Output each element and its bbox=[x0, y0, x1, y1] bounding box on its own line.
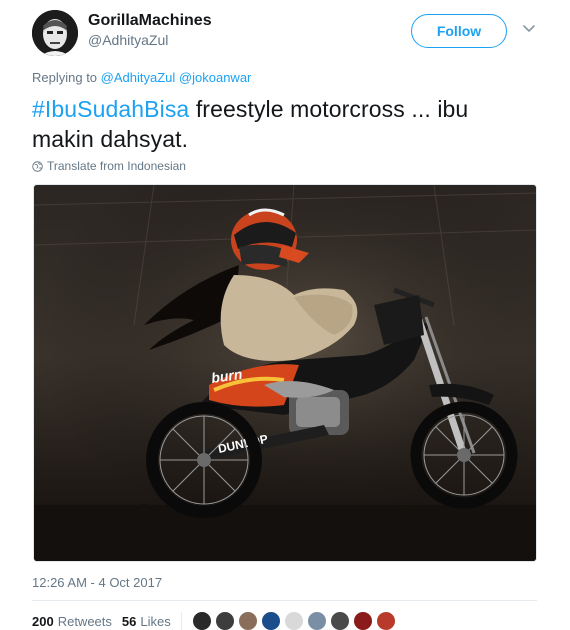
replying-prefix: Replying to bbox=[32, 70, 98, 85]
liker-avatar[interactable] bbox=[191, 611, 212, 630]
likes-stat[interactable]: 56 Likes bbox=[122, 614, 171, 629]
liker-avatar[interactable] bbox=[352, 611, 373, 630]
divider bbox=[32, 600, 537, 601]
replying-to: Replying to @AdhityaZul @jokoanwar bbox=[32, 70, 251, 85]
mention-link[interactable]: @jokoanwar bbox=[179, 70, 251, 85]
likes-count: 56 bbox=[121, 613, 137, 629]
tweet-header: GorillaMachines @AdhityaZul Follow bbox=[32, 8, 547, 58]
motocross-photo: DUNLOP burn bbox=[34, 185, 536, 561]
liker-avatars bbox=[191, 611, 396, 630]
display-name[interactable]: GorillaMachines bbox=[88, 12, 212, 30]
liker-avatar[interactable] bbox=[375, 611, 396, 630]
liker-avatar[interactable] bbox=[306, 611, 327, 630]
stats-separator bbox=[180, 612, 182, 630]
avatar-portrait bbox=[32, 10, 78, 56]
likes-label: Likes bbox=[140, 613, 171, 629]
translate-label: Translate from Indonesian bbox=[47, 159, 186, 173]
chevron-down-icon[interactable] bbox=[521, 20, 537, 36]
tweet-timestamp[interactable]: 12:26 AM - 4 Oct 2017 bbox=[32, 575, 162, 590]
mention-link[interactable]: @AdhityaZul bbox=[101, 70, 176, 85]
user-handle[interactable]: @AdhityaZul bbox=[88, 32, 168, 48]
hashtag-link[interactable]: #IbuSudahBisa bbox=[32, 96, 189, 122]
liker-avatar[interactable] bbox=[283, 611, 304, 630]
translate-link[interactable]: Translate from Indonesian bbox=[32, 159, 186, 173]
retweets-label: Retweets bbox=[57, 613, 112, 629]
retweets-stat[interactable]: 200 Retweets bbox=[32, 614, 112, 629]
follow-button[interactable]: Follow bbox=[411, 14, 507, 48]
retweets-count: 200 bbox=[32, 613, 54, 629]
globe-icon bbox=[32, 160, 43, 172]
user-avatar[interactable] bbox=[32, 10, 78, 56]
tweet-text: #IbuSudahBisa freestyle motorcross ... i… bbox=[32, 94, 532, 154]
liker-avatar[interactable] bbox=[260, 611, 281, 630]
liker-avatar[interactable] bbox=[237, 611, 258, 630]
tweet-stats: 200 Retweets 56 Likes bbox=[32, 611, 396, 630]
liker-avatar[interactable] bbox=[214, 611, 235, 630]
tweet-photo[interactable]: DUNLOP burn bbox=[33, 184, 537, 562]
liker-avatar[interactable] bbox=[329, 611, 350, 630]
